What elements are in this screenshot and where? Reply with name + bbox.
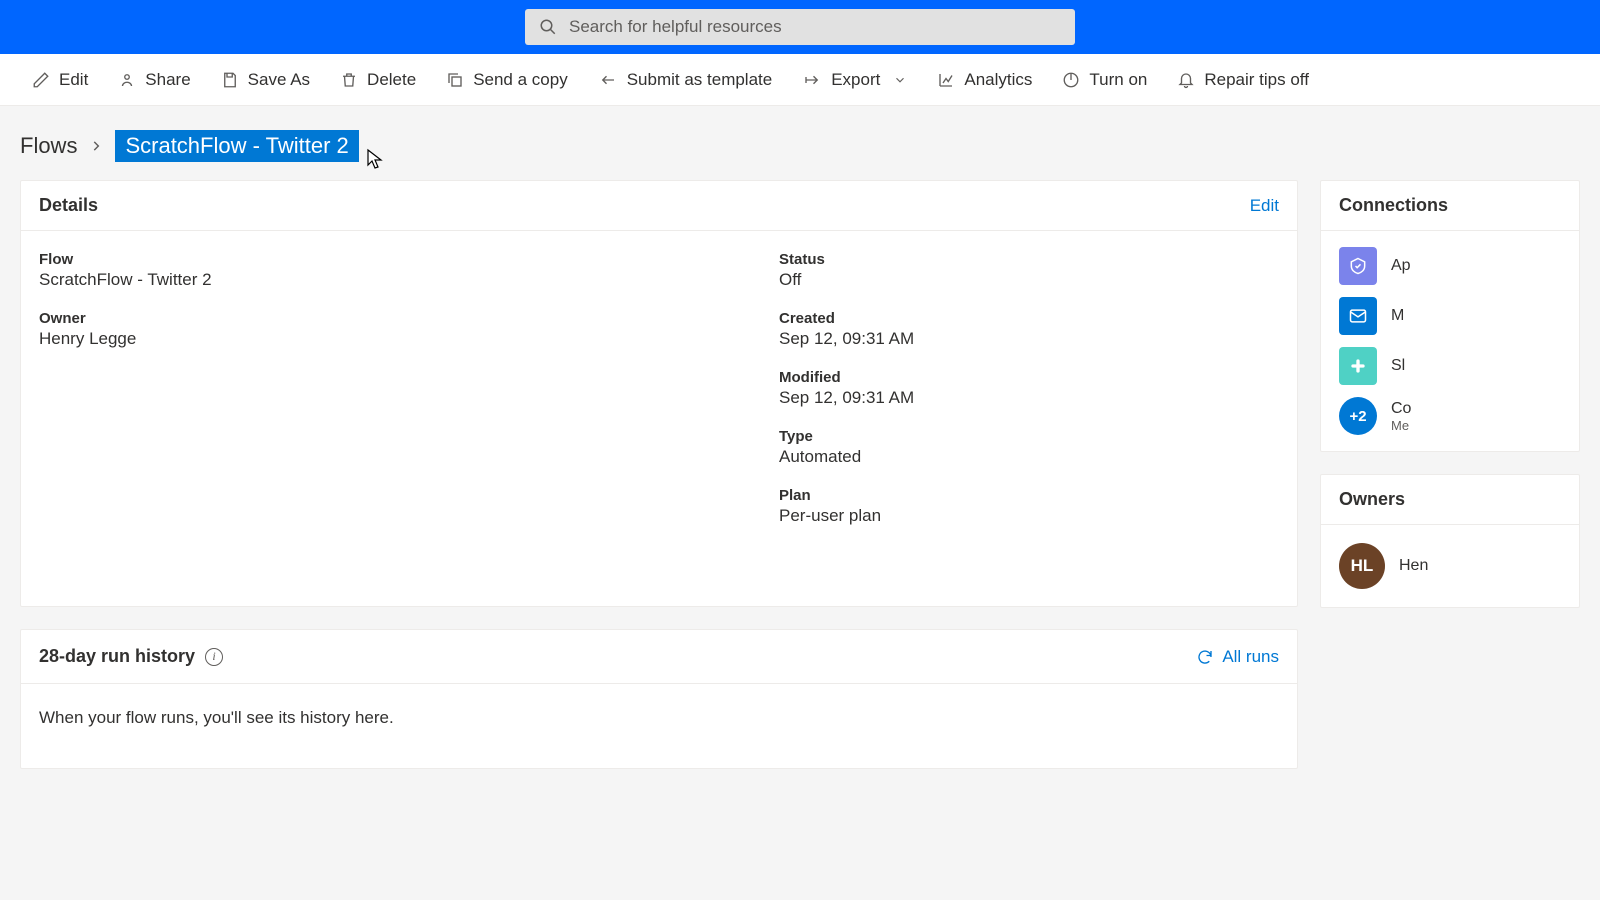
details-edit-link[interactable]: Edit	[1250, 196, 1279, 216]
avatar: HL	[1339, 543, 1385, 589]
owner-label: Owner	[39, 310, 739, 327]
connection-label: Sl	[1391, 357, 1405, 375]
save-as-label: Save As	[248, 70, 310, 90]
info-icon[interactable]: i	[205, 648, 223, 666]
created-label: Created	[779, 310, 1279, 327]
edit-button[interactable]: Edit	[18, 64, 102, 96]
submit-template-button[interactable]: Submit as template	[584, 64, 787, 96]
connection-more-sub: Me	[1391, 418, 1411, 433]
status-value: Off	[779, 270, 1279, 290]
connection-icon	[1339, 297, 1377, 335]
flow-label: Flow	[39, 251, 739, 268]
plan-label: Plan	[779, 487, 1279, 504]
analytics-icon	[937, 71, 955, 89]
repair-tips-button[interactable]: Repair tips off	[1163, 64, 1323, 96]
analytics-label: Analytics	[964, 70, 1032, 90]
search-input[interactable]	[569, 17, 1061, 37]
details-card: Details Edit Flow ScratchFlow - Twitter …	[20, 180, 1298, 607]
edit-label: Edit	[59, 70, 88, 90]
owner-name: Hen	[1399, 557, 1428, 575]
command-bar: Edit Share Save As Delete Send a copy Su…	[0, 54, 1600, 106]
arrow-left-icon	[598, 71, 618, 89]
save-as-button[interactable]: Save As	[207, 64, 324, 96]
export-icon	[802, 71, 822, 89]
power-icon	[1062, 71, 1080, 89]
modified-label: Modified	[779, 369, 1279, 386]
share-label: Share	[145, 70, 190, 90]
breadcrumb-root[interactable]: Flows	[20, 133, 77, 159]
connection-icon	[1339, 347, 1377, 385]
owners-card: Owners HL Hen	[1320, 474, 1580, 608]
export-button[interactable]: Export	[788, 64, 921, 96]
breadcrumb-current[interactable]: ScratchFlow - Twitter 2	[115, 130, 358, 162]
delete-button[interactable]: Delete	[326, 64, 430, 96]
save-icon	[221, 71, 239, 89]
connection-more[interactable]: +2 Co Me	[1339, 397, 1561, 435]
all-runs-link[interactable]: All runs	[1196, 647, 1279, 667]
owner-value: Henry Legge	[39, 329, 739, 349]
send-copy-button[interactable]: Send a copy	[432, 64, 582, 96]
chevron-down-icon	[893, 73, 907, 87]
connections-title: Connections	[1339, 195, 1448, 216]
chevron-right-icon	[89, 133, 103, 159]
bell-icon	[1177, 71, 1195, 89]
copy-icon	[446, 71, 464, 89]
flow-value: ScratchFlow - Twitter 2	[39, 270, 739, 290]
search-box[interactable]	[525, 9, 1075, 45]
share-button[interactable]: Share	[104, 64, 204, 96]
connection-item[interactable]: M	[1339, 297, 1561, 335]
connection-item[interactable]: Sl	[1339, 347, 1561, 385]
trash-icon	[340, 71, 358, 89]
delete-label: Delete	[367, 70, 416, 90]
owners-title: Owners	[1339, 489, 1405, 510]
run-history-empty: When your flow runs, you'll see its hist…	[21, 684, 1297, 768]
share-icon	[118, 71, 136, 89]
plan-value: Per-user plan	[779, 506, 1279, 526]
connection-label: Ap	[1391, 257, 1411, 275]
type-label: Type	[779, 428, 1279, 445]
more-badge: +2	[1339, 397, 1377, 435]
connection-icon	[1339, 247, 1377, 285]
turn-on-button[interactable]: Turn on	[1048, 64, 1161, 96]
type-value: Automated	[779, 447, 1279, 467]
analytics-button[interactable]: Analytics	[923, 64, 1046, 96]
owner-item[interactable]: HL Hen	[1339, 543, 1561, 589]
run-history-card: 28-day run history i All runs When your …	[20, 629, 1298, 769]
details-title: Details	[39, 195, 98, 216]
repair-tips-label: Repair tips off	[1204, 70, 1309, 90]
export-label: Export	[831, 70, 880, 90]
all-runs-label: All runs	[1222, 647, 1279, 667]
send-copy-label: Send a copy	[473, 70, 568, 90]
turn-on-label: Turn on	[1089, 70, 1147, 90]
modified-value: Sep 12, 09:31 AM	[779, 388, 1279, 408]
created-value: Sep 12, 09:31 AM	[779, 329, 1279, 349]
connection-more-label: Co	[1391, 400, 1411, 418]
connection-item[interactable]: Ap	[1339, 247, 1561, 285]
pencil-icon	[32, 71, 50, 89]
submit-template-label: Submit as template	[627, 70, 773, 90]
search-icon	[539, 18, 557, 36]
connections-card: Connections Ap M	[1320, 180, 1580, 452]
breadcrumb: Flows ScratchFlow - Twitter 2	[0, 106, 1600, 180]
connection-label: M	[1391, 307, 1404, 325]
header-bar	[0, 0, 1600, 54]
status-label: Status	[779, 251, 1279, 268]
refresh-icon	[1196, 648, 1214, 666]
run-history-title: 28-day run history	[39, 646, 195, 667]
